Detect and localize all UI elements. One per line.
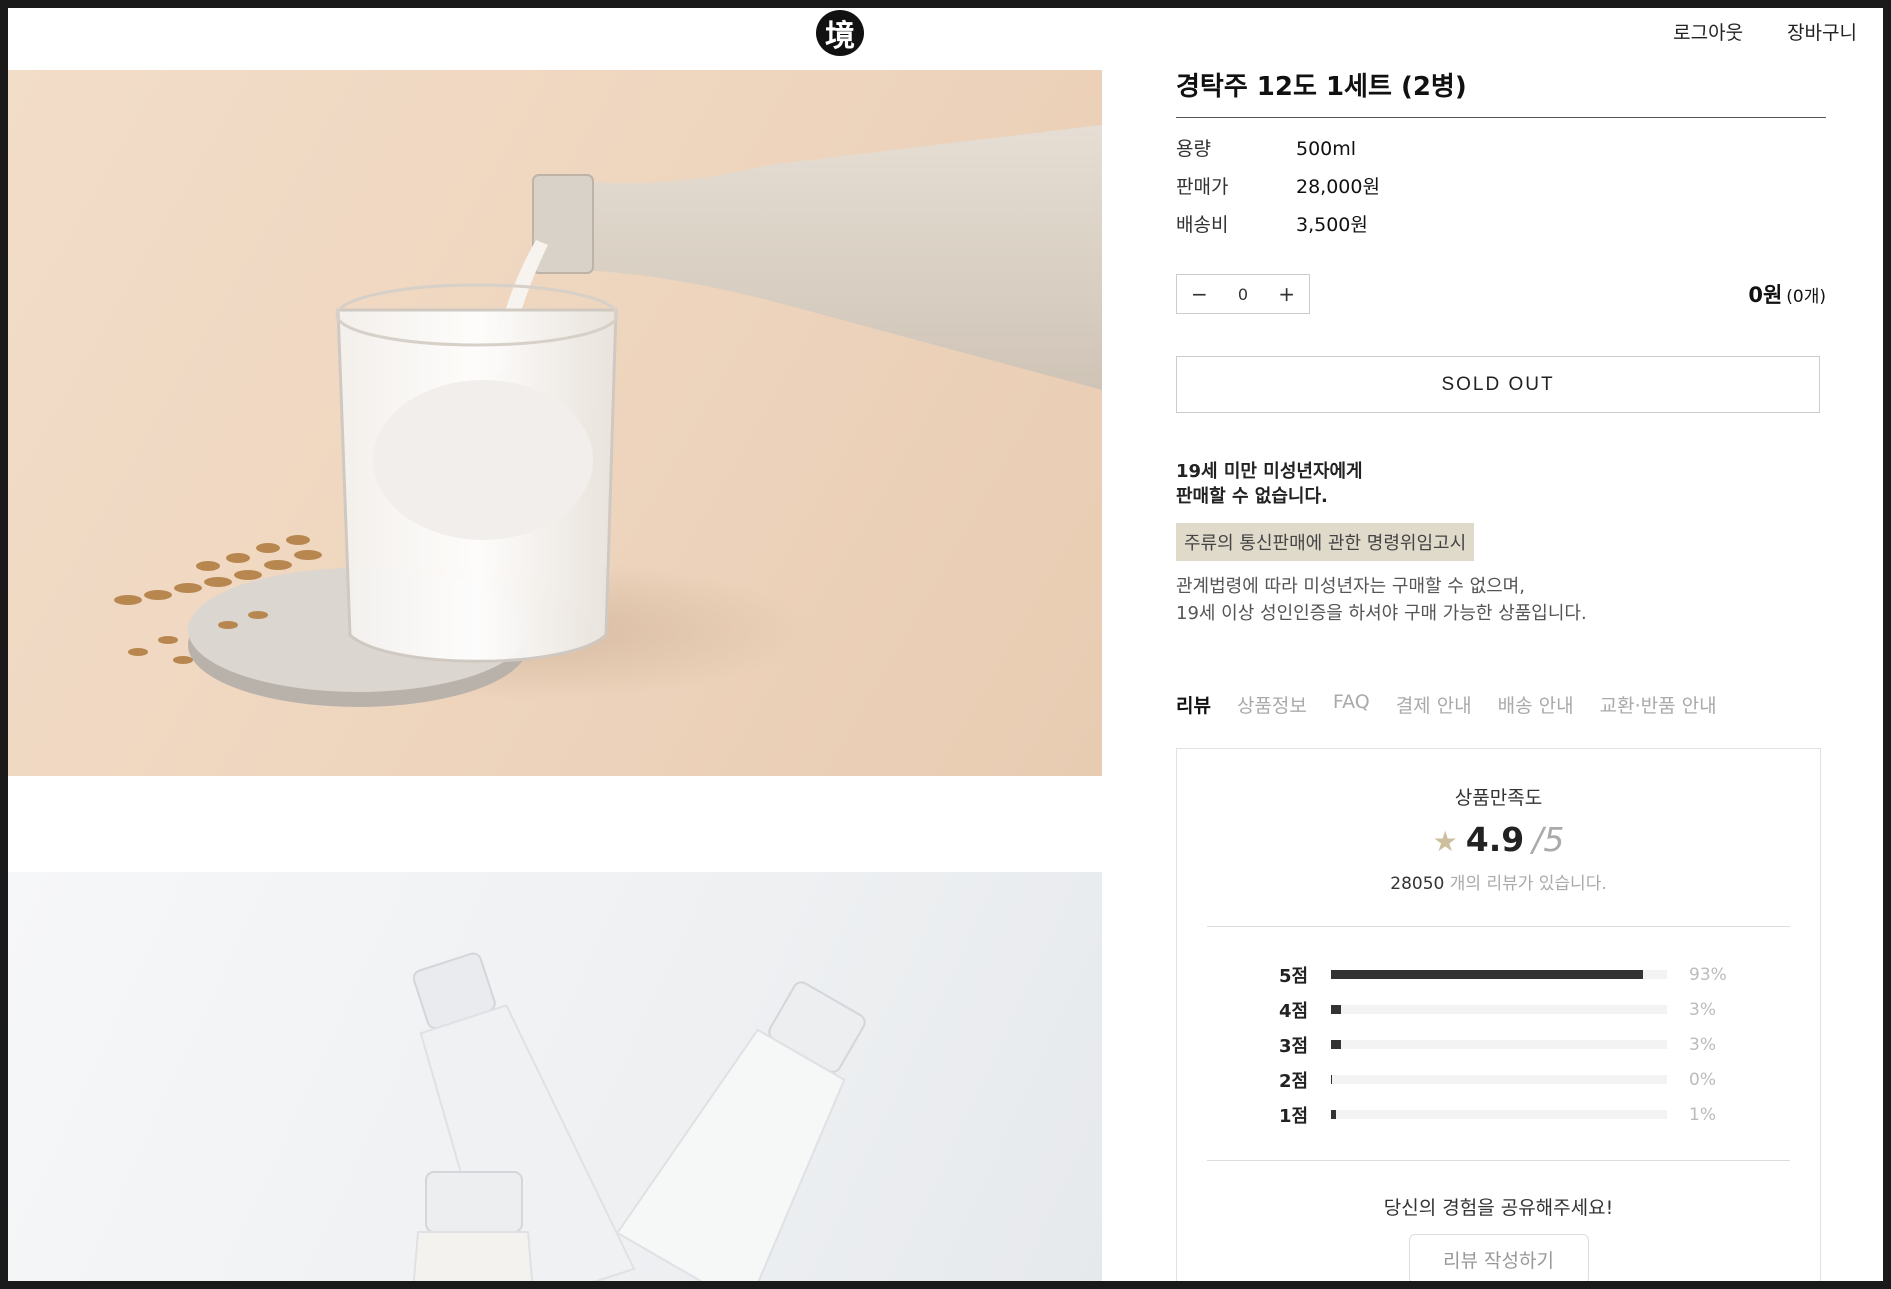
spec-volume: 용량 500ml [1176,138,1826,160]
spec-label: 배송비 [1176,214,1229,236]
notice-line: 관계법령에 따라 미성년자는 구매할 수 없으며, [1176,576,1525,597]
tab-returns[interactable]: 교환·반품 안내 [1600,691,1717,718]
brand-logo[interactable]: 境 [816,10,864,56]
tab-payment[interactable]: 결제 안내 [1396,691,1472,718]
spec-shipping: 배송비 3,500원 [1176,214,1826,236]
review-score: ★ 4.9 /5 [1177,820,1820,859]
rating-percent: 0% [1689,1069,1716,1090]
notice-badge: 주류의 통신판매에 관한 명령위임고시 [1176,523,1475,561]
rating-percent: 93% [1689,964,1727,985]
review-summary: 상품만족도 ★ 4.9 /5 28050 개의 리뷰가 있습니다. 5점 93%… [1176,748,1821,1281]
quantity-row: − 0 + 0원 (0개) [1176,274,1826,314]
sold-out-button[interactable]: SOLD OUT [1176,356,1820,413]
logo-glyph: 境 [825,19,855,54]
logout-link[interactable]: 로그아웃 [1673,18,1743,45]
rating-percent: 3% [1689,999,1716,1020]
rating-row-4: 4점 3% [1177,992,1820,1027]
rating-track [1331,1075,1667,1084]
rating-bars: 5점 93% 4점 3% 3점 3% 2점 0% 1점 1% [1177,957,1820,1132]
rating-percent: 3% [1689,1034,1716,1055]
product-title: 경탁주 12도 1세트 (2병) [1176,66,1826,118]
notice-text: 관계법령에 따라 미성년자는 구매할 수 없으며, 19세 이상 성인인증을 하… [1176,573,1826,627]
divider [1207,1160,1790,1161]
detail-tabs: 리뷰 상품정보 FAQ 결제 안내 배송 안내 교환·반품 안내 [1176,691,1826,718]
review-title: 상품만족도 [1454,787,1543,809]
age-warning-line: 판매할 수 없습니다. [1176,486,1328,507]
rating-row-1: 1점 1% [1177,1097,1820,1132]
page: 境 로그아웃 장바구니 경탁주 12도 1세트 (2병) 용량 500ml 판매… [8,8,1883,1281]
review-count-number: 28050 [1390,874,1445,894]
age-warning-line: 19세 미만 미성년자에게 [1176,461,1363,482]
age-warning: 19세 미만 미성년자에게 판매할 수 없습니다. [1176,459,1826,509]
rating-fill [1331,1005,1342,1014]
rating-fill [1331,1040,1342,1049]
tab-product-info[interactable]: 상품정보 [1237,691,1307,718]
rating-label: 4점 [1279,1000,1309,1022]
total-price: 0원 (0개) [1748,279,1826,309]
rating-row-2: 2점 0% [1177,1062,1820,1097]
product-image-pouring [8,70,1102,776]
rating-track [1331,1040,1667,1049]
rating-fill [1331,970,1644,979]
score-value: 4.9 [1465,820,1525,859]
spec-value: 3,500원 [1296,214,1368,236]
top-nav: 로그아웃 장바구니 [1673,18,1857,45]
spec-label: 판매가 [1176,176,1229,198]
divider [1207,926,1790,927]
spec-value: 500ml [1296,138,1357,160]
total-price-value: 0원 [1748,283,1783,307]
rating-label: 1점 [1279,1105,1309,1127]
spec-price: 판매가 28,000원 [1176,176,1826,198]
star-icon: ★ [1432,825,1458,858]
rating-row-5: 5점 93% [1177,957,1820,992]
rating-label: 3점 [1279,1035,1309,1057]
review-count-suffix: 개의 리뷰가 있습니다. [1444,874,1607,894]
quantity-stepper: − 0 + [1176,274,1310,314]
rating-percent: 1% [1689,1104,1716,1125]
notice-line: 19세 이상 성인인증을 하셔야 구매 가능한 상품입니다. [1176,603,1587,624]
minus-icon[interactable]: − [1191,282,1208,306]
tab-faq[interactable]: FAQ [1333,691,1370,718]
rating-fill [1331,1075,1333,1084]
spec-label: 용량 [1176,138,1211,160]
write-review-button[interactable]: 리뷰 작성하기 [1408,1234,1589,1281]
review-count: 28050 개의 리뷰가 있습니다. [1177,869,1820,894]
score-max: /5 [1532,820,1565,859]
tab-review[interactable]: 리뷰 [1176,691,1211,718]
plus-icon[interactable]: + [1278,282,1295,306]
quantity-value[interactable]: 0 [1238,285,1248,304]
spec-value: 28,000원 [1296,176,1380,198]
share-prompt: 당신의 경험을 공유해주세요! [1383,1197,1614,1219]
rating-track [1331,970,1667,979]
rating-track [1331,1110,1667,1119]
product-image-bottles [8,872,1102,1281]
rating-label: 5점 [1279,965,1309,987]
rating-label: 2점 [1279,1070,1309,1092]
tab-shipping[interactable]: 배송 안내 [1498,691,1574,718]
rating-track [1331,1005,1667,1014]
rating-fill [1331,1110,1337,1119]
product-info: 경탁주 12도 1세트 (2병) 용량 500ml 판매가 28,000원 배송… [1176,66,1826,718]
total-count: (0개) [1786,287,1826,307]
rating-row-3: 3점 3% [1177,1027,1820,1062]
cart-link[interactable]: 장바구니 [1787,18,1857,45]
